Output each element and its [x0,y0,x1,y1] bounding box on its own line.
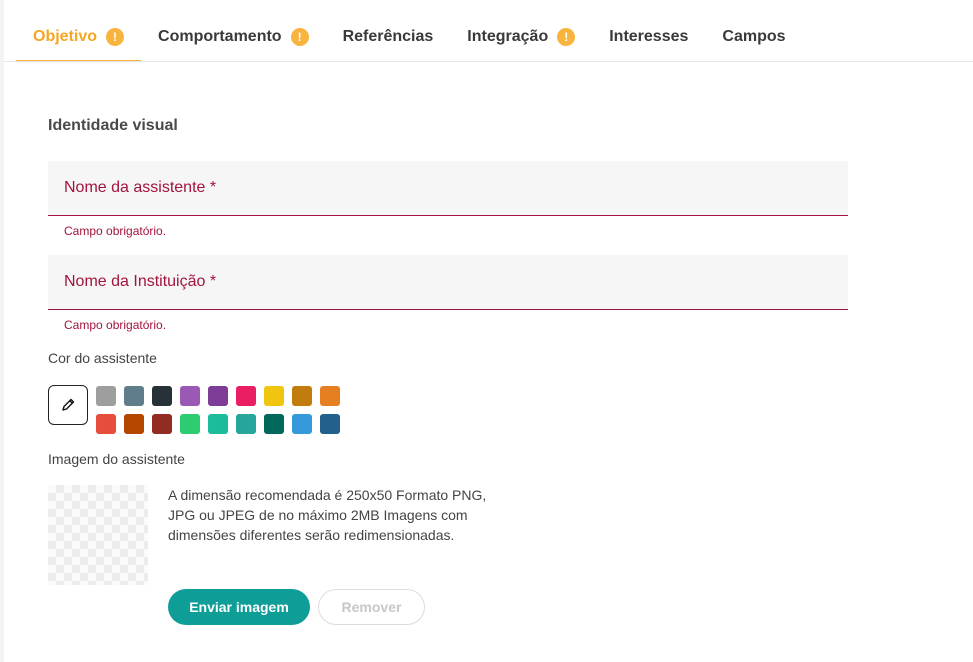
assistant-name-error: Campo obrigatório. [64,224,167,238]
upload-image-button[interactable]: Enviar imagem [168,589,310,625]
tab-comportamento[interactable]: Comportamento ! [141,12,326,61]
color-swatch[interactable] [292,414,312,434]
color-swatch[interactable] [208,414,228,434]
assistant-name-input[interactable] [48,161,848,215]
color-swatch[interactable] [236,414,256,434]
image-preview [48,485,148,585]
warning-icon: ! [290,27,309,46]
institution-name-error: Campo obrigatório. [64,318,167,332]
tab-integracao[interactable]: Integração ! [450,12,592,61]
tab-label: Referências [342,27,434,45]
color-swatch[interactable] [124,386,144,406]
remove-image-button[interactable]: Remover [318,589,425,625]
tab-label: Objetivo [33,27,98,45]
warning-icon: ! [106,27,125,46]
tab-campos[interactable]: Campos [705,12,802,61]
color-swatch[interactable] [152,386,172,406]
color-swatch[interactable] [264,386,284,406]
color-swatch[interactable] [96,386,116,406]
institution-name-input[interactable] [48,255,848,309]
warning-icon: ! [557,27,576,46]
section-title: Identidade visual [48,117,178,134]
color-swatch[interactable] [320,386,340,406]
institution-name-field[interactable]: Nome da Instituição * [48,255,848,310]
pencil-icon [62,398,75,411]
assistant-name-field[interactable]: Nome da assistente * [48,161,848,216]
tab-label: Integração [467,27,549,45]
tab-label: Campos [722,27,786,45]
color-swatch[interactable] [292,386,312,406]
color-swatch[interactable] [264,414,284,434]
tab-bar: Objetivo ! Comportamento ! Referências I… [16,12,803,62]
tab-interesses[interactable]: Interesses [592,12,705,61]
image-label: Imagem do assistente [48,451,185,467]
color-label: Cor do assistente [48,350,157,366]
color-swatch[interactable] [124,414,144,434]
color-swatch[interactable] [236,386,256,406]
color-palette [96,386,340,434]
tab-referencias[interactable]: Referências [326,12,451,61]
tab-label: Comportamento [158,27,282,45]
tab-objetivo[interactable]: Objetivo ! [16,12,142,62]
color-swatch[interactable] [180,414,200,434]
tab-label: Interesses [609,27,689,45]
color-swatch[interactable] [208,386,228,406]
color-swatch[interactable] [96,414,116,434]
color-swatch[interactable] [152,414,172,434]
custom-color-button[interactable] [48,385,88,425]
tab-divider [4,61,973,62]
color-swatch[interactable] [320,414,340,434]
color-swatch[interactable] [180,386,200,406]
left-panel-edge [0,0,4,662]
image-description: A dimensão recomendada é 250x50 Formato … [168,487,487,543]
